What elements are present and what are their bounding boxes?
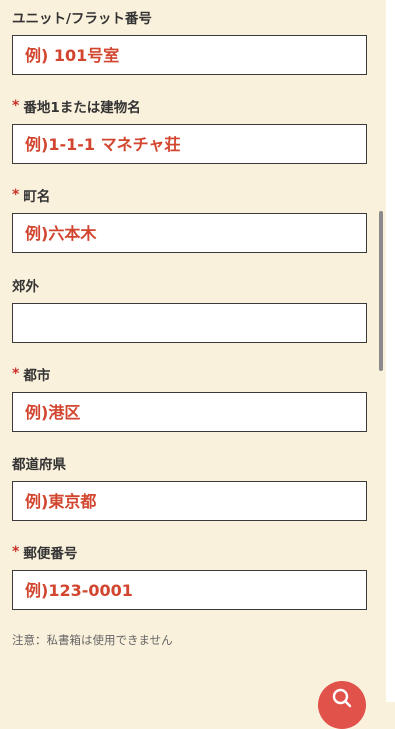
scrollbar-thumb[interactable] (379, 211, 383, 371)
po-box-note: 注意：私書箱は使用できません (12, 633, 173, 647)
postal-code-label-text: 郵便番号 (23, 546, 78, 562)
prefecture-label-text: 都道府県 (12, 457, 66, 473)
help-button[interactable] (318, 681, 366, 729)
suburb-label: 郊外 (12, 274, 367, 296)
city-label-text: 都市 (23, 368, 51, 384)
unit-input-box[interactable] (12, 35, 367, 75)
prefecture-field: 都道府県 (12, 452, 367, 521)
town-label-text: 町名 (23, 189, 51, 205)
address1-field: * 番地1または建物名 (12, 95, 367, 164)
postal-code-input[interactable] (13, 571, 366, 609)
prefecture-label: 都道府県 (12, 452, 367, 474)
suburb-field: 郊外 (12, 274, 367, 343)
required-marker: * (12, 98, 20, 114)
address-form: ユニット/フラット番号 * 番地1または建物名 * 町名 郊外 (0, 0, 386, 729)
postal-code-label: * 郵便番号 (12, 541, 367, 563)
unit-label: ユニット/フラット番号 (12, 6, 367, 28)
town-label: * 町名 (12, 184, 367, 206)
search-icon (331, 681, 353, 713)
suburb-input[interactable] (13, 304, 366, 342)
unit-field: ユニット/フラット番号 (12, 6, 367, 75)
city-input[interactable] (13, 393, 366, 431)
city-input-box[interactable] (12, 392, 367, 432)
required-marker: * (12, 544, 20, 560)
page-edge (386, 0, 395, 702)
suburb-input-box[interactable] (12, 303, 367, 343)
required-marker: * (12, 366, 20, 382)
town-field: * 町名 (12, 184, 367, 253)
address1-label: * 番地1または建物名 (12, 95, 367, 117)
city-field: * 都市 (12, 363, 367, 432)
address1-label-text: 番地1または建物名 (23, 100, 141, 116)
town-input-box[interactable] (12, 213, 367, 253)
unit-input[interactable] (13, 36, 366, 74)
prefecture-input[interactable] (13, 482, 366, 520)
address1-input-box[interactable] (12, 124, 367, 164)
postal-code-input-box[interactable] (12, 570, 367, 610)
address1-input[interactable] (13, 125, 366, 163)
unit-label-text: ユニット/フラット番号 (12, 11, 152, 27)
city-label: * 都市 (12, 363, 367, 385)
suburb-label-text: 郊外 (12, 279, 39, 295)
prefecture-input-box[interactable] (12, 481, 367, 521)
postal-code-field: * 郵便番号 (12, 541, 367, 610)
required-marker: * (12, 187, 20, 203)
town-input[interactable] (13, 214, 366, 252)
